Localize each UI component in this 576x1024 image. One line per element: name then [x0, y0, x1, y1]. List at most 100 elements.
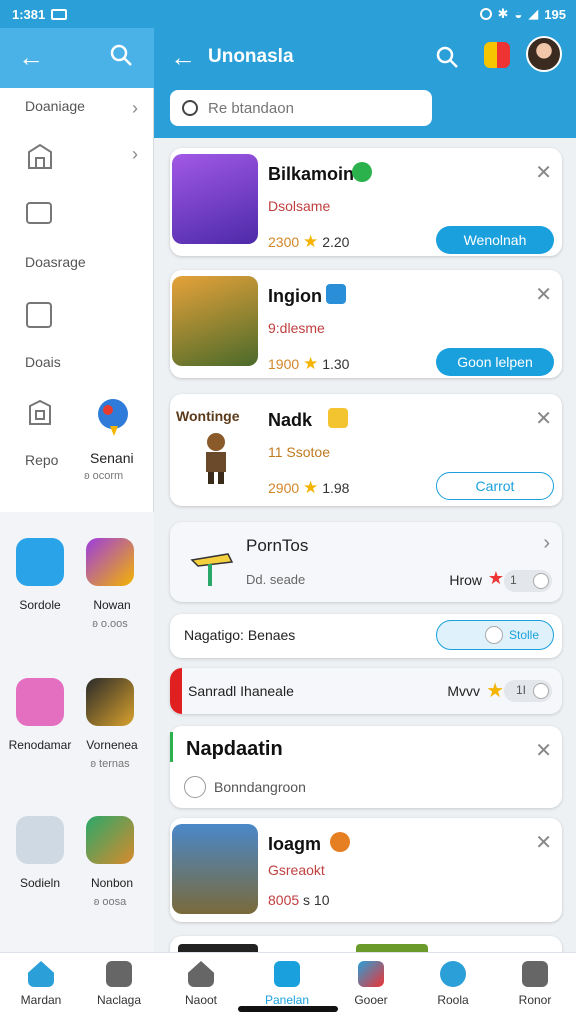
search-icon[interactable] [434, 44, 460, 70]
toggle-switch[interactable]: 1 [504, 570, 552, 592]
house-icon [188, 961, 214, 987]
search-bar[interactable] [170, 90, 432, 126]
repo-icon [29, 399, 51, 425]
toggle-knob [533, 573, 549, 589]
toggle-switch[interactable]: 1I [504, 680, 552, 702]
back-arrow-icon[interactable]: ← [18, 42, 44, 73]
close-icon[interactable]: ✕ [535, 738, 552, 763]
app-subtitle: Gsreaokt [268, 862, 325, 878]
settings-row-nagatigo[interactable]: Nagatigo: Benaes Stolle [170, 614, 562, 658]
app-subtitle: 9:dlesme [268, 320, 325, 336]
status-bar: 1:381 ✱ ◒ ◢ 195 [0, 0, 576, 28]
building-icon [28, 143, 52, 169]
status-time: 1:381 [12, 6, 46, 22]
row-right-label: Hrow [449, 572, 482, 588]
badge-icon [330, 832, 350, 852]
home-indicator[interactable] [238, 1006, 338, 1012]
app-meta: 2300 ★ 2.20 [268, 232, 350, 251]
nfc-icon: ✱ [497, 6, 509, 21]
app-thumbnail [172, 824, 258, 914]
app-icon [16, 678, 64, 726]
app-card[interactable]: Ioagm Gsreaokt 8005 s 10 ✕ [170, 818, 562, 922]
compass-icon [440, 961, 466, 987]
app-icon [86, 538, 134, 586]
app-name: Ioagm [268, 834, 322, 854]
row-subtitle: Dd. seade [246, 572, 306, 587]
nav-item-gooer[interactable]: Gooer [330, 961, 412, 1007]
battery-level: 195 [544, 6, 566, 22]
calendar-icon [26, 302, 52, 328]
home-icon [28, 961, 54, 987]
main-header: ← Unonasla [154, 28, 576, 138]
app-name: Ingion [268, 286, 322, 306]
app-meta: 8005 s 10 [268, 892, 330, 908]
star-icon: ★ [487, 568, 504, 588]
back-arrow-icon[interactable]: ← [170, 42, 196, 73]
cancel-button[interactable]: Carrot [436, 472, 554, 500]
toggle-knob [533, 683, 549, 699]
drawer-item-home[interactable]: › [0, 142, 154, 176]
app-card[interactable]: Ingion 9:dlesme 1900 ★ 1.30 ✕ Goon lelpe… [170, 270, 562, 378]
nav-item-naoot[interactable]: Naoot [160, 961, 242, 1007]
app-thumbnail: Wontinge [172, 400, 258, 490]
search-input[interactable] [208, 99, 418, 117]
star-icon: ★ [303, 354, 319, 373]
app-thumbnail [172, 276, 258, 366]
thumbnail-title: Wontinge [176, 408, 240, 424]
featured-app-sub: ʚ ocorm [84, 470, 124, 482]
section-title: Napdaatin [186, 738, 283, 760]
calendar-icon [326, 284, 346, 304]
chevron-right-icon: › [132, 144, 138, 164]
star-icon: ★ [303, 478, 319, 497]
alarm-icon [479, 8, 492, 20]
nav-item-panelan[interactable]: Panelan [246, 961, 328, 1007]
signal-icon: ◢ [528, 6, 539, 21]
side-drawer: ← Doaniage › › Doasrage Doais Repo Senan… [0, 0, 154, 952]
app-icon [16, 538, 64, 586]
search-icon[interactable] [108, 42, 134, 68]
section-napdaatin[interactable]: Napdaatin Bonndangroon ✕ [170, 726, 562, 808]
featured-app-name: Senani [90, 450, 134, 466]
nav-item-roola[interactable]: Roola [412, 961, 494, 1007]
settings-row-portros[interactable]: PornTos Dd. seade Hrow ★ 1 › [170, 522, 562, 602]
close-icon[interactable]: ✕ [535, 830, 552, 855]
parrot-app-icon [98, 399, 128, 436]
row-label: Sanradl Ihaneale [188, 683, 294, 699]
app-thumbnail [172, 154, 258, 244]
settings-row-sanrad[interactable]: Sanradl Ihaneale Mvvv ★ 1I [170, 668, 562, 714]
nav-item-ronor[interactable]: Ronor [494, 961, 576, 1007]
row-title: PornTos [246, 536, 309, 555]
install-button[interactable]: Wenolnah [436, 226, 554, 254]
chevron-right-icon[interactable]: › [543, 532, 550, 555]
app-card[interactable]: Wontinge Nadk 11 Ssotoe 2900 ★ 1.98 ✕ Ca… [170, 394, 562, 506]
close-icon[interactable]: ✕ [535, 160, 552, 185]
app-icon [86, 816, 134, 864]
page-title: Unonasla [208, 46, 294, 67]
drawer-item-doaniage[interactable]: Doaniage › [0, 98, 154, 122]
toggle-switch[interactable]: Stolle [436, 620, 554, 650]
drawer-item-doasrage[interactable]: Doasrage [0, 198, 154, 270]
search-icon [182, 100, 198, 116]
app-icon [16, 816, 64, 864]
featured-app[interactable]: Senani ʚ ocorm [82, 390, 148, 490]
accent-stripe [170, 668, 182, 714]
app-card[interactable]: Bilkamoin Dsolsame 2300 ★ 2.20 ✕ Wenolna… [170, 148, 562, 256]
drawer-header: ← [0, 28, 154, 88]
action-button[interactable]: Goon lelpen [436, 348, 554, 376]
row-right-label: Mvvv [447, 683, 480, 699]
character-icon [206, 433, 226, 484]
link-icon [184, 776, 206, 798]
nav-item-naclaga[interactable]: Naclaga [78, 961, 160, 1007]
close-icon[interactable]: ✕ [535, 406, 552, 431]
message-icon [51, 8, 68, 20]
panel-icon [274, 961, 300, 987]
nav-item-mardan[interactable]: Mardan [0, 961, 82, 1007]
app-meta: 2900 ★ 1.98 [268, 478, 350, 497]
notification-icon[interactable] [484, 42, 510, 68]
avatar[interactable] [526, 36, 562, 72]
close-icon[interactable]: ✕ [535, 282, 552, 307]
bottom-navigation: Mardan Naclaga Naoot Panelan Gooer Roola… [0, 952, 576, 1024]
drawer-item-doais[interactable]: Doais [0, 298, 154, 372]
app-subtitle: Dsolsame [268, 198, 331, 214]
person-icon [328, 408, 348, 428]
